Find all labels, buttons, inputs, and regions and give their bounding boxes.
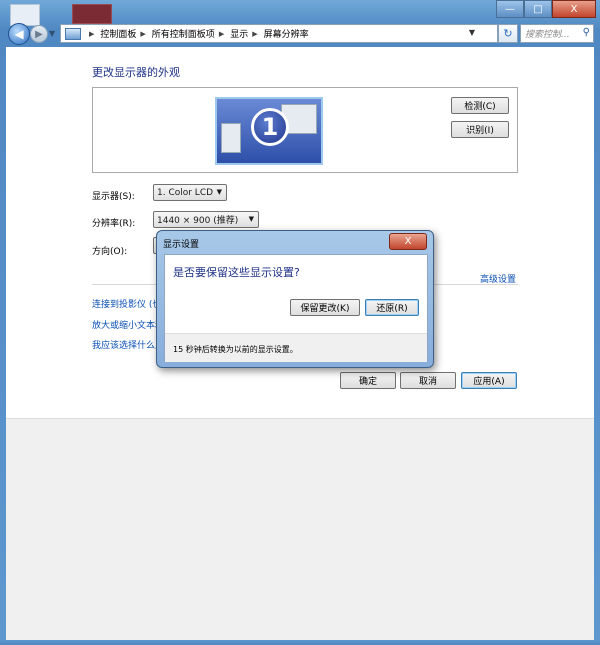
cancel-button[interactable]: 取消	[400, 372, 456, 389]
window-bottom-border	[0, 640, 600, 645]
search-icon[interactable]: ⚲	[583, 27, 590, 38]
chevron-down-icon: ▼	[248, 215, 254, 223]
countdown-note: 15 秒钟后转换为以前的显示设置。	[173, 345, 298, 354]
identify-button[interactable]: 识别(I)	[451, 121, 509, 138]
breadcrumb-separator[interactable]: ▶	[140, 30, 145, 38]
display-value: 1. Color LCD	[157, 187, 214, 198]
dialog-body: 是否要保留这些显示设置? 保留更改(K) 还原(R) 15 秒钟后转换为以前的显…	[164, 254, 428, 362]
breadcrumb-separator[interactable]: ▶	[252, 30, 257, 38]
dialog-close-button[interactable]: X	[389, 233, 427, 250]
resolution-value: 1440 × 900 (推荐)	[157, 216, 239, 226]
minimize-button[interactable]: —	[496, 0, 524, 18]
text-size-link[interactable]: 放大或缩小文本和	[92, 318, 164, 331]
projector-link[interactable]: 连接到投影仪 (也	[92, 297, 161, 310]
window-thumbnail	[221, 123, 241, 153]
display-select[interactable]: 1. Color LCD ▼	[153, 184, 227, 201]
monitor-number-badge: 1	[251, 108, 289, 146]
breadcrumb-resolution[interactable]: 屏幕分辨率	[264, 27, 309, 40]
resolution-select[interactable]: 1440 × 900 (推荐) ▼	[153, 211, 259, 228]
display-label: 显示器(S):	[92, 192, 135, 202]
dialog-title: 显示设置	[163, 240, 200, 250]
breadcrumb-control-panel[interactable]: 控制面板	[100, 27, 136, 40]
navigation-bar: ◀ ▶ ▼ ▶ 控制面板 ▶ 所有控制面板项 ▶ 显示 ▶ 屏幕分辨率 ▼ ↻ …	[6, 22, 594, 46]
forward-arrow-icon: ▶	[35, 28, 43, 40]
breadcrumb-display[interactable]: 显示	[230, 27, 248, 40]
breadcrumb: ▶ 控制面板 ▶ 所有控制面板项 ▶ 显示 ▶ 屏幕分辨率	[85, 27, 309, 41]
forward-button[interactable]: ▶	[30, 25, 48, 43]
refresh-button[interactable]: ↻	[498, 24, 518, 43]
address-dropdown-icon[interactable]: ▼	[469, 28, 475, 37]
display-settings-dialog: 显示设置 X 是否要保留这些显示设置? 保留更改(K) 还原(R) 15 秒钟后…	[156, 230, 434, 368]
maximize-button[interactable]: □	[524, 0, 552, 18]
close-button[interactable]: X	[552, 0, 596, 18]
monitor-preview-area: 1 检测(C) 识别(I)	[92, 87, 518, 173]
breadcrumb-separator[interactable]: ▶	[89, 30, 94, 38]
recent-pages-dropdown[interactable]: ▼	[49, 29, 55, 38]
ok-button[interactable]: 确定	[340, 372, 396, 389]
window-controls: — □ X	[496, 0, 596, 18]
display-help-link[interactable]: 我应该选择什么显	[92, 338, 164, 351]
resolution-label: 分辨率(R):	[92, 219, 136, 229]
search-placeholder: 搜索控制...	[525, 30, 570, 40]
lower-panel	[6, 418, 594, 641]
search-input[interactable]: 搜索控制... ⚲	[520, 24, 594, 43]
breadcrumb-separator[interactable]: ▶	[219, 30, 224, 38]
chevron-down-icon: ▼	[216, 188, 222, 196]
detect-button[interactable]: 检测(C)	[451, 97, 509, 114]
desktop-icon	[72, 4, 112, 24]
monitor-icon[interactable]: 1	[215, 97, 323, 165]
breadcrumb-all-items[interactable]: 所有控制面板项	[152, 27, 215, 40]
dialog-footer: 15 秒钟后转换为以前的显示设置。	[165, 333, 427, 362]
back-arrow-icon: ◀	[14, 27, 24, 41]
refresh-icon: ↻	[503, 27, 513, 40]
orientation-label: 方向(O):	[92, 247, 128, 257]
dialog-question: 是否要保留这些显示设置?	[173, 266, 300, 279]
window-frame: — □ X ◀ ▶ ▼ ▶ 控制面板 ▶ 所有控制面板项 ▶ 显示 ▶ 屏幕分辨…	[0, 0, 600, 645]
keep-changes-button[interactable]: 保留更改(K)	[290, 299, 360, 316]
page-title: 更改显示器的外观	[92, 66, 180, 79]
address-bar[interactable]: ▶ 控制面板 ▶ 所有控制面板项 ▶ 显示 ▶ 屏幕分辨率 ▼	[60, 24, 498, 43]
revert-button[interactable]: 还原(R)	[365, 299, 419, 316]
control-panel-icon	[65, 27, 81, 40]
back-button[interactable]: ◀	[8, 23, 30, 45]
apply-button[interactable]: 应用(A)	[461, 372, 517, 389]
